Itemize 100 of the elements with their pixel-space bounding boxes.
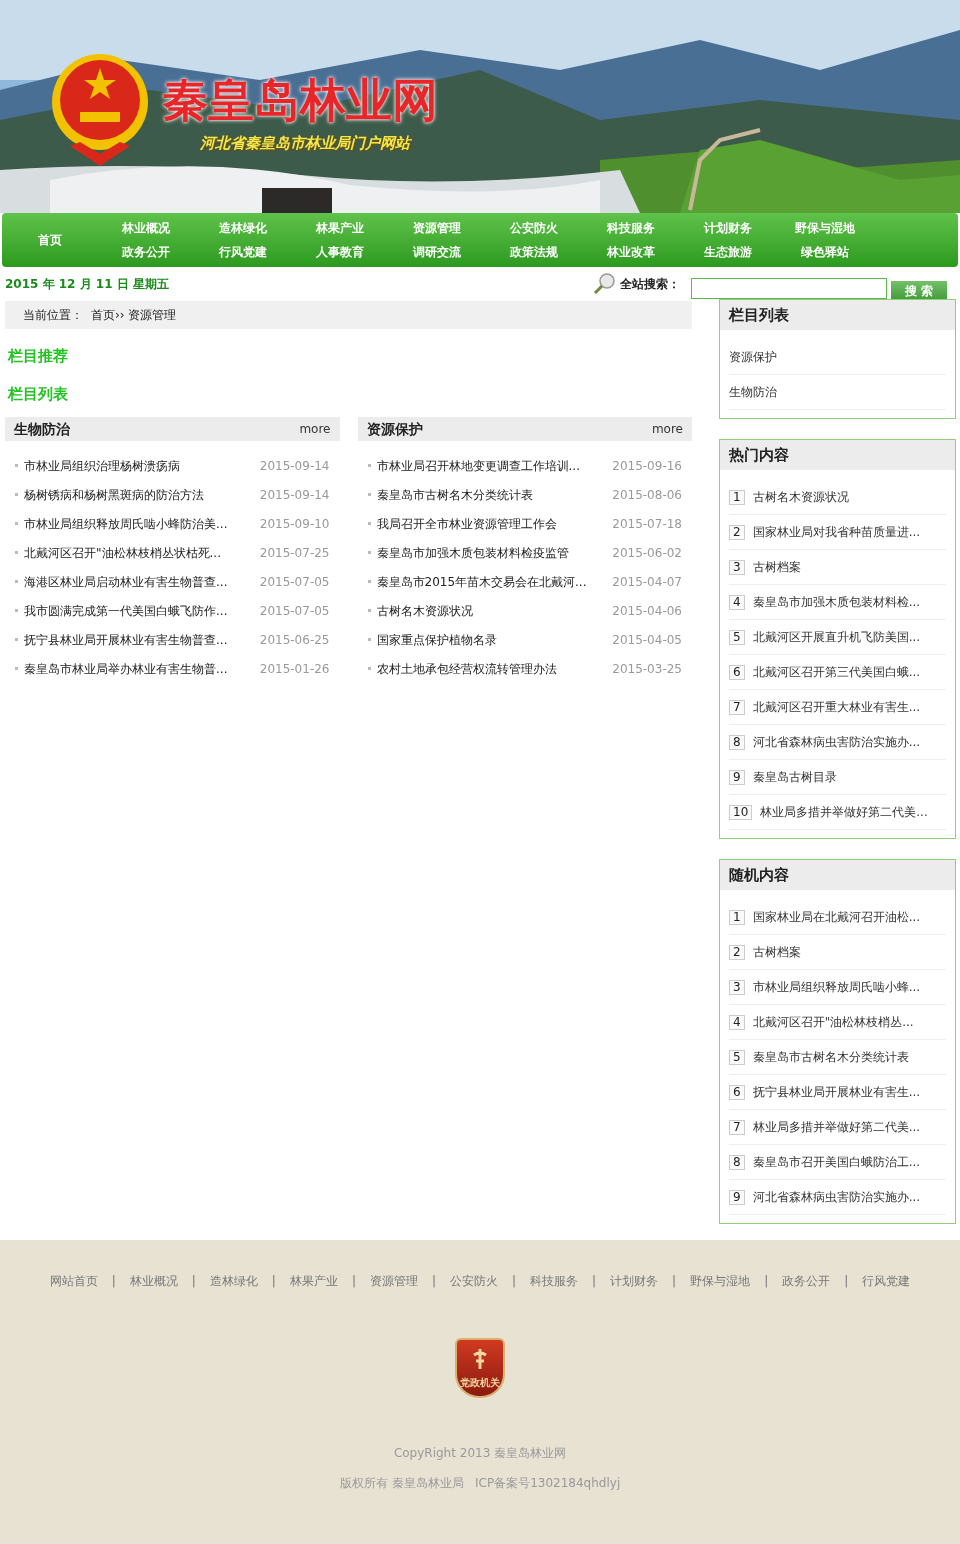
news-link[interactable]: 我市圆满完成第一代美国白蛾飞防作... xyxy=(24,601,228,620)
news-date: 2015-04-06 xyxy=(612,602,682,620)
news-link[interactable]: 秦皇岛市加强木质包装材料检疫监管 xyxy=(376,543,569,562)
panel-title: 栏目列表 xyxy=(720,300,955,330)
rank-number: 1 xyxy=(729,909,745,925)
footer-link[interactable]: 造林绿化 xyxy=(209,1272,258,1290)
sidebar-link[interactable]: 古树档案 xyxy=(752,558,801,576)
bullet-icon xyxy=(367,522,371,525)
footer-link[interactable]: 野保与湿地 xyxy=(690,1272,751,1290)
search-icon xyxy=(592,272,616,296)
more-link[interactable]: more xyxy=(651,420,683,438)
rank-number: 9 xyxy=(729,1189,745,1205)
sidebar-link[interactable]: 北戴河区开展直升机飞防美国... xyxy=(752,628,921,646)
sidebar-link[interactable]: 国家林业局在北戴河召开油松... xyxy=(752,908,921,926)
news-link[interactable]: 海港区林业局启动林业有害生物普查... xyxy=(24,572,228,591)
bullet-icon xyxy=(15,609,18,612)
sidebar-link[interactable]: 古树名木资源状况 xyxy=(752,488,849,506)
news-date: 2015-01-26 xyxy=(259,660,330,678)
sidebar-link[interactable]: 国家林业局对我省种苗质量进... xyxy=(752,523,921,541)
list-title: 资源保护 xyxy=(366,419,423,439)
sidebar-link[interactable]: 河北省森林病虫害防治实施办... xyxy=(752,1188,921,1206)
list-title: 生物防治 xyxy=(14,419,70,439)
bullet-icon xyxy=(367,667,371,670)
news-date: 2015-06-25 xyxy=(259,631,330,649)
news-date: 2015-09-14 xyxy=(259,457,330,475)
sidebar-link[interactable]: 秦皇岛古树目录 xyxy=(752,768,837,786)
sidebar-link[interactable]: 古树档案 xyxy=(752,943,801,961)
bullet-icon xyxy=(15,551,18,554)
breadcrumb-link[interactable]: 首页›› 资源管理 xyxy=(91,306,177,324)
bullet-icon xyxy=(367,551,371,554)
sidebar-link[interactable]: 市林业局组织释放周氏啮小蜂... xyxy=(752,978,921,996)
sidebar-link[interactable]: 林业局多措并举做好第二代美... xyxy=(760,803,928,821)
news-date: 2015-07-25 xyxy=(259,544,330,562)
bullet-icon xyxy=(15,464,18,467)
sidebar-link[interactable]: 秦皇岛市加强木质包装材料检... xyxy=(752,593,921,611)
sidebar-link[interactable]: 北戴河区召开"油松林枝梢丛... xyxy=(752,1013,914,1031)
news-link[interactable]: 市林业局召开林地变更调查工作培训... xyxy=(376,456,580,475)
panel-title: 随机内容 xyxy=(720,860,955,890)
news-date: 2015-07-18 xyxy=(612,515,682,533)
sidebar-link[interactable]: 资源保护 xyxy=(729,348,777,366)
rank-number: 3 xyxy=(729,979,745,995)
news-link[interactable]: 市林业局组织治理杨树溃疡病 xyxy=(24,456,180,475)
news-date: 2015-07-05 xyxy=(259,602,330,620)
rank-number: 9 xyxy=(729,769,745,785)
news-link[interactable]: 农村土地承包经营权流转管理办法 xyxy=(376,659,557,678)
footer-link[interactable]: 计划财务 xyxy=(610,1272,659,1290)
news-link[interactable]: 北戴河区召开"油松林枝梢丛状枯死... xyxy=(24,543,221,562)
news-link[interactable]: 抚宁县林业局开展林业有害生物普查... xyxy=(24,630,228,649)
link-separator: | xyxy=(111,1273,116,1290)
footer-link[interactable]: 林果产业 xyxy=(289,1272,338,1290)
record-text: 版权所有 秦皇岛林业局 ICP备案号1302184qhdlyj xyxy=(339,1475,621,1492)
footer-link[interactable]: 资源管理 xyxy=(369,1272,418,1290)
search-field[interactable] xyxy=(691,277,887,299)
news-date: 2015-09-16 xyxy=(612,457,682,475)
news-date: 2015-07-05 xyxy=(259,573,330,591)
bullet-icon xyxy=(367,580,371,583)
footer-link[interactable]: 政务公开 xyxy=(782,1272,831,1290)
site-title: 秦皇岛林业网 xyxy=(162,72,438,129)
sidebar-link[interactable]: 生物防治 xyxy=(729,383,777,401)
bullet-icon xyxy=(367,493,371,496)
news-date: 2015-04-07 xyxy=(612,573,682,591)
news-date: 2015-03-25 xyxy=(612,660,682,678)
bullet-icon xyxy=(367,609,371,612)
news-link[interactable]: 杨树锈病和杨树黑斑病的防治方法 xyxy=(24,485,204,504)
link-separator: | xyxy=(764,1273,769,1290)
rank-number: 2 xyxy=(729,524,745,540)
section-heading: 栏目推荐 xyxy=(6,346,69,367)
rank-number: 5 xyxy=(729,1049,745,1065)
badge-label: 党政机关 xyxy=(460,1376,500,1390)
sidebar-link[interactable]: 北戴河区召开重大林业有害生... xyxy=(752,698,921,716)
more-link[interactable]: more xyxy=(299,420,331,438)
footer-link[interactable]: 林业概况 xyxy=(129,1272,178,1290)
current-date: 2015 年 12 月 11 日 星期五 xyxy=(5,276,169,293)
news-link[interactable]: 我局召开全市林业资源管理工作会 xyxy=(376,514,557,533)
rank-number: 8 xyxy=(729,1154,745,1170)
link-separator: | xyxy=(844,1273,849,1290)
sidebar-link[interactable]: 抚宁县林业局开展林业有害生... xyxy=(752,1083,921,1101)
bullet-icon xyxy=(367,464,371,467)
footer-link[interactable]: 行风党建 xyxy=(862,1272,911,1290)
news-link[interactable]: 市林业局组织释放周氏啮小蜂防治美... xyxy=(24,514,228,533)
sidebar-link[interactable]: 北戴河区召开第三代美国白蛾... xyxy=(752,663,921,681)
rank-number: 8 xyxy=(729,734,745,750)
rank-number: 5 xyxy=(729,629,745,645)
news-date: 2015-04-05 xyxy=(612,631,682,649)
news-link[interactable]: 秦皇岛市古树名木分类统计表 xyxy=(376,485,533,504)
news-link[interactable]: 古树名木资源状况 xyxy=(376,601,473,620)
sidebar-link[interactable]: 秦皇岛市古树名木分类统计表 xyxy=(752,1048,909,1066)
bullet-icon xyxy=(15,667,18,670)
news-link[interactable]: 国家重点保护植物名录 xyxy=(376,630,497,649)
footer-link[interactable]: 科技服务 xyxy=(530,1272,579,1290)
sidebar-link[interactable]: 林业局多措并举做好第二代美... xyxy=(752,1118,921,1136)
footer-link[interactable]: 网站首页 xyxy=(49,1272,98,1290)
news-link[interactable]: 秦皇岛市2015年苗木交易会在北戴河... xyxy=(376,572,587,591)
news-link[interactable]: 秦皇岛市林业局举办林业有害生物普... xyxy=(24,659,228,678)
bullet-icon xyxy=(15,638,18,641)
news-date: 2015-09-14 xyxy=(259,486,330,504)
rank-number: 4 xyxy=(729,1014,745,1030)
sidebar-link[interactable]: 河北省森林病虫害防治实施办... xyxy=(752,733,921,751)
sidebar-link[interactable]: 秦皇岛市召开美国白蛾防治工... xyxy=(752,1153,921,1171)
footer-link[interactable]: 公安防火 xyxy=(450,1272,498,1290)
